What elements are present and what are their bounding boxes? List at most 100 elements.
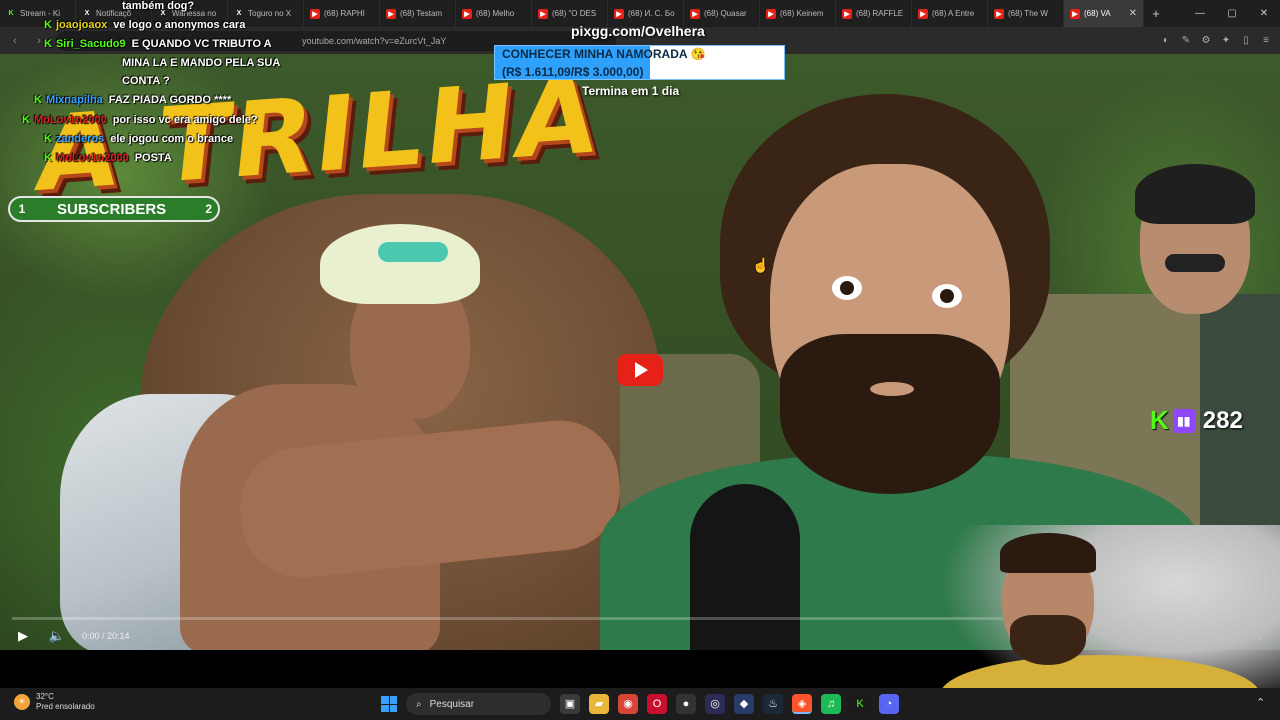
extension-icon[interactable]: ◐ [1160, 35, 1172, 47]
chat-message: K MoLov1n2000 por isso vc era amigo dele? [22, 114, 258, 126]
steam-icon[interactable]: ♨ [763, 694, 783, 714]
taskbar-search[interactable]: ⌕ Pesquisar [406, 693, 551, 715]
search-icon: ⌕ [416, 698, 422, 710]
man-eye [932, 284, 962, 308]
chat-message: CONTA ? [122, 75, 170, 87]
kick-badge-icon: K [34, 94, 42, 106]
chat-text: E QUANDO VC TRIBUTO A [131, 38, 272, 50]
extension-icon[interactable]: ⚙ [1200, 35, 1212, 47]
maximize-icon[interactable]: ▢ [1216, 8, 1248, 19]
man-mouth [870, 382, 914, 396]
file-explorer-icon[interactable]: ▰ [589, 694, 609, 714]
tab-label: (68) Keinem [780, 9, 824, 18]
twitch-logo-icon: ▮▮ [1172, 408, 1195, 433]
subscriber-count: 1 [18, 202, 26, 216]
kick-badge-icon: K [44, 19, 52, 31]
extension-icons: ◐ ✎ ⚙ ✦ ▯ ≡ [1160, 35, 1272, 47]
chat-username: MoLov1n2000 [55, 152, 129, 164]
chat-username: joaojoaox [55, 19, 108, 31]
chat-text: também dog? [122, 0, 195, 12]
brave-icon[interactable]: ◈ [792, 694, 812, 714]
record-icon[interactable]: ● [676, 694, 696, 714]
tab-label: (68) VA [1084, 9, 1111, 18]
chrome-icon[interactable]: ◉ [618, 694, 638, 714]
chat-username: Mixnapilha [45, 94, 103, 106]
extensions-puzzle-icon[interactable]: ✦ [1220, 35, 1232, 47]
obs-icon[interactable]: ◎ [705, 694, 725, 714]
chat-message: K Mixnapilha FAZ PIADA GORDO **** [34, 94, 231, 106]
man-eye [832, 276, 862, 300]
chat-message: Kjoaojoaox ve logo o anonymos cara [44, 19, 245, 31]
youtube-icon: ▶ [462, 8, 472, 19]
tab-label: (68) A Entre [932, 9, 975, 18]
weather-text: 32°C Pred ensolarado [36, 692, 95, 712]
minimize-icon[interactable]: — [1184, 8, 1216, 19]
tab-label: (68) "O DES [552, 9, 597, 18]
weather-desc: Pred ensolarado [36, 702, 95, 711]
close-window-icon[interactable]: ✕ [1248, 8, 1280, 19]
browser-tab[interactable]: ▶ (68) RAPHI [304, 0, 380, 27]
new-tab-icon[interactable]: + [1144, 6, 1168, 21]
goal-amount: (R$ 1.611,09/R$ 3.000,00) [502, 65, 644, 79]
play-icon[interactable]: ▶ [14, 628, 32, 644]
chat-text: ele jogou com o brance [110, 133, 234, 145]
browser-tab[interactable]: ▶ (68) A Entre [912, 0, 988, 27]
browser-tab[interactable]: ▶ (68) Keinem [760, 0, 836, 27]
chat-text: por isso vc era amigo dele? [112, 114, 258, 126]
browser-tab[interactable]: ▶ (68) Testam [380, 0, 456, 27]
chat-username: Siri_Sacudo9 [55, 38, 126, 50]
streamer-beard [1010, 615, 1086, 665]
older-man-mustache [1165, 254, 1225, 272]
viewer-count: 282 [1202, 406, 1243, 434]
kick-badge-icon: K [44, 38, 52, 50]
chat-text: ve logo o anonymos cara [113, 19, 246, 31]
weather-temp: 32°C [36, 692, 54, 701]
system-tray-icon[interactable]: ⌃ [1256, 696, 1265, 709]
sidebar-icon[interactable]: ▯ [1240, 35, 1252, 47]
chat-message: Kzanderos ele jogou com o brance [44, 133, 233, 145]
window-controls: — ▢ ✕ [1184, 8, 1280, 19]
browser-tab[interactable]: ▶ (68) VA ✕ [1064, 0, 1144, 27]
chat-username: zanderos [55, 133, 105, 145]
kick-badge-icon: K [22, 114, 30, 126]
volume-icon[interactable]: 🔈 [48, 628, 66, 644]
tab-label: (68) The W [1008, 9, 1048, 18]
time-display: 0:00 / 20:14 [82, 631, 130, 641]
youtube-play-button[interactable] [617, 354, 663, 386]
youtube-icon: ▶ [386, 8, 396, 19]
tab-label: (68) Quasar [704, 9, 747, 18]
browser-tab[interactable]: ▶ (68) Melho [456, 0, 532, 27]
discord-icon[interactable]: ◔ [879, 694, 899, 714]
chat-text: FAZ PIADA GORDO **** [108, 94, 232, 106]
windows-start-icon[interactable] [381, 696, 397, 712]
weather-widget[interactable]: ☀ 32°C Pred ensolarado [14, 692, 95, 712]
arc-icon[interactable]: ◆ [734, 694, 754, 714]
kick-icon[interactable]: K [850, 694, 870, 714]
tab-label: (68) Testam [400, 9, 443, 18]
extension-icon[interactable]: ✎ [1180, 35, 1192, 47]
browser-tab[interactable]: ▶ (68) RAFFLE [836, 0, 912, 27]
kick-badge-icon: K [44, 133, 52, 145]
chat-username: MoLov1n2000 [33, 114, 107, 126]
browser-tab[interactable]: ▶ (68) The W [988, 0, 1064, 27]
older-man-hair [1135, 164, 1255, 224]
youtube-icon: ▶ [690, 8, 700, 19]
subscriber-goal-bar: 1 SUBSCRIBERS 2 [8, 196, 220, 222]
tab-label: (68) И. С. Бо [628, 9, 675, 18]
goal-title: CONHECER MINHA NAMORADA 😘 [502, 47, 706, 61]
chat-message: K Siri_Sacudo9 E QUANDO VC TRIBUTO A [44, 38, 272, 50]
spotify-icon[interactable]: ♫ [821, 694, 841, 714]
windows-taskbar: ☀ 32°C Pred ensolarado ⌕ Pesquisar ▣ ▰ ◉ O ●… [0, 688, 1280, 720]
tab-label: (68) RAFFLE [856, 9, 904, 18]
menu-icon[interactable]: ≡ [1260, 35, 1272, 47]
kick-logo-icon: K [1150, 405, 1169, 435]
close-tab-icon[interactable]: ✕ [1129, 8, 1137, 19]
play-icon [635, 362, 648, 378]
youtube-icon: ▶ [538, 8, 548, 19]
hand-cursor-icon: ☝ [752, 257, 770, 273]
task-view-icon[interactable]: ▣ [560, 694, 580, 714]
donation-goal-bar: CONHECER MINHA NAMORADA 😘 (R$ 1.611,09/R… [494, 45, 785, 80]
youtube-icon: ▶ [1070, 8, 1080, 19]
opera-icon[interactable]: O [647, 694, 667, 714]
search-placeholder: Pesquisar [429, 698, 475, 710]
